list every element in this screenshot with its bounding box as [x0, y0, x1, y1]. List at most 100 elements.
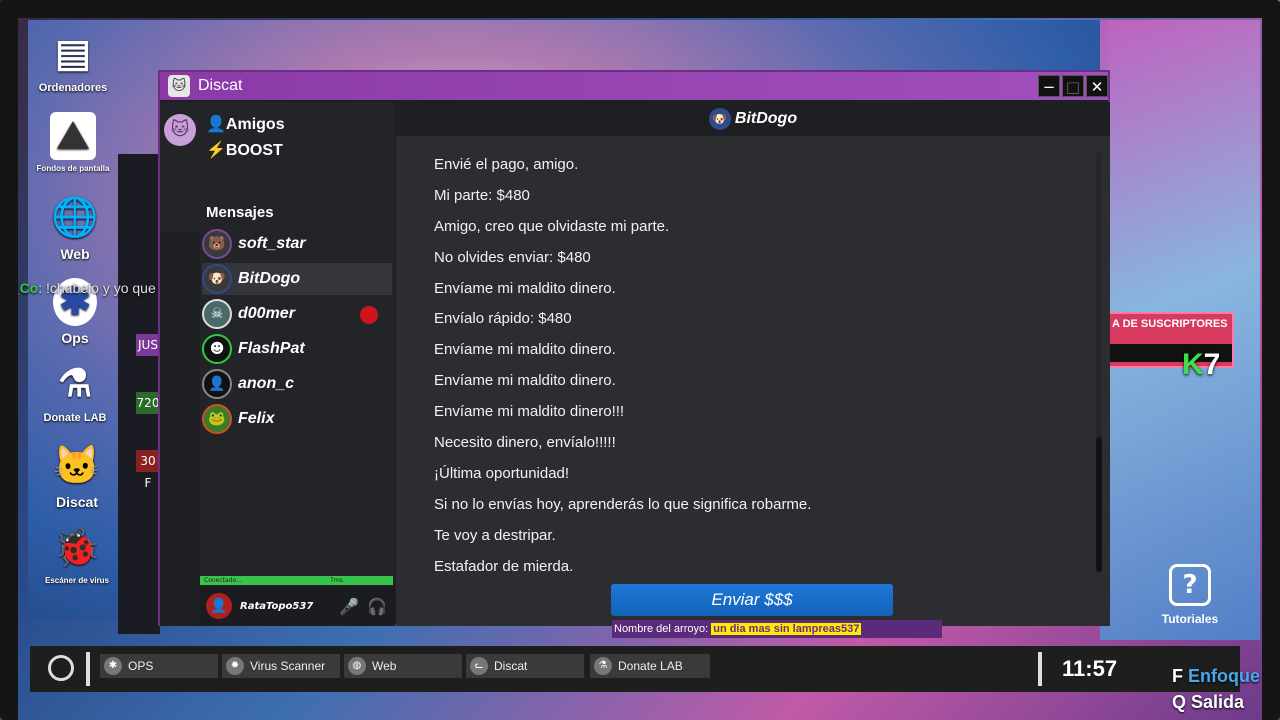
headphones-icon[interactable]: 🎧: [367, 597, 387, 616]
avatar: 🐸: [202, 404, 232, 434]
focus-label: Enfoque: [1188, 666, 1261, 686]
desktop-icon-label: Discat: [55, 494, 99, 510]
discat-window: 🐱 Discat − □ ✕ 🐱 👤Amigos ⚡BOOST Mensajes…: [158, 70, 1110, 626]
desktop-icon-label: Donate LAB: [43, 412, 107, 424]
maximize-button[interactable]: □: [1062, 75, 1084, 97]
connection-status-bar: Conectado... 7ms: [200, 576, 393, 585]
chat-scrollbar[interactable]: [1096, 152, 1102, 572]
window-titlebar[interactable]: 🐱 Discat − □ ✕: [160, 72, 1108, 100]
task-label: Virus Scanner: [250, 659, 326, 673]
chat-message: Estafador de mierda.: [434, 557, 574, 575]
bug-icon: ✹: [226, 657, 244, 675]
task-ops[interactable]: ✱ OPS: [100, 654, 218, 678]
chat-header-name: BitDogo: [734, 110, 798, 127]
contact-name: anon_c: [238, 375, 295, 392]
nav-friends-label: Amigos: [225, 116, 285, 133]
avatar[interactable]: 👤: [206, 593, 232, 619]
exit-label: Salida: [1191, 692, 1245, 712]
bg-panel-item: 720: [136, 392, 160, 414]
cat-icon: 🐱: [53, 445, 101, 487]
flask-icon: ⚗: [57, 363, 93, 405]
desktop-icon-discat[interactable]: 🐱 Discat: [32, 442, 122, 510]
window-title: Discat: [198, 77, 243, 94]
task-donate-lab[interactable]: ⚗ Donate LAB: [590, 654, 710, 678]
minimize-button[interactable]: −: [1038, 75, 1060, 97]
task-discat[interactable]: ᓚ Discat: [466, 654, 584, 678]
close-button[interactable]: ✕: [1086, 75, 1108, 97]
desktop-icon-label: Ordenadores: [38, 82, 108, 94]
desktop-icon-label: Escáner de virus: [44, 576, 110, 585]
kick-logo-icon: K: [1182, 348, 1204, 381]
avatar: 🐻: [202, 229, 232, 259]
exit-key: Q: [1172, 692, 1187, 712]
focus-key: F: [1172, 666, 1183, 686]
contact-name: Felix: [238, 410, 275, 427]
desktop-icon-ordenadores[interactable]: ▤ Ordenadores: [28, 30, 118, 94]
bg-panel-item: JUS: [136, 334, 160, 356]
donor-name: un dia mas sin lampreas537: [711, 623, 862, 635]
avatar: 🐶: [708, 108, 731, 130]
help-icon: ?: [1169, 564, 1211, 606]
taskbar-divider: [86, 652, 90, 686]
contact-item[interactable]: 👤 anon_c: [202, 368, 392, 400]
ops-logo-icon: ✱: [104, 657, 122, 675]
avatar: 👤: [202, 369, 232, 399]
task-web[interactable]: ◍ Web: [344, 654, 462, 678]
nav-boost-label: BOOST: [225, 142, 283, 159]
contact-item[interactable]: 🐻 soft_star: [202, 228, 392, 260]
desktop-icon-web[interactable]: 🌐 Web: [30, 194, 120, 262]
nav-friends[interactable]: 👤Amigos: [206, 114, 285, 134]
task-label: Web: [372, 659, 397, 673]
send-money-button[interactable]: Enviar $$$: [611, 584, 893, 616]
desktop-icon-label: Web: [60, 246, 90, 262]
desktop-screen: ▤ Ordenadores ⛰ Fondos de pantalla 🌐 Web…: [0, 0, 1280, 720]
chat-message: Envíalo rápido: $480: [434, 310, 572, 328]
chat-message: Mi parte: $480: [434, 186, 530, 204]
wallpaper-icon: ⛰: [50, 112, 96, 160]
flask-icon: ⚗: [594, 657, 612, 675]
chat-message: ¡Última oportunidad!: [434, 464, 570, 482]
task-virus-scanner[interactable]: ✹ Virus Scanner: [222, 654, 340, 678]
contact-item[interactable]: 🐸 Felix: [202, 403, 392, 435]
discat-sidebar: 🐱 👤Amigos ⚡BOOST Mensajes 🐻 soft_star 🐶 …: [160, 102, 395, 626]
desktop-icon-label: Ops: [61, 330, 89, 346]
desktop-icon-fondos[interactable]: ⛰ Fondos de pantalla: [28, 112, 118, 173]
chat-message: Necesito dinero, envíalo!!!!!: [434, 434, 616, 452]
taskbar-divider: [1038, 652, 1042, 686]
contact-item[interactable]: ☻ FlashPat: [202, 333, 392, 365]
scrollbar-thumb[interactable]: [1096, 437, 1102, 572]
exit-hint: Q Salida: [1172, 692, 1244, 713]
sidebar-server-rail: [160, 232, 200, 626]
tutorials-button[interactable]: ? Tutoriales: [1150, 564, 1230, 626]
avatar: 🐶: [202, 264, 232, 294]
bug-icon: 🐞: [53, 527, 101, 569]
username: RataTopo537: [240, 600, 314, 612]
chat-message: Envíame mi maldito dinero.: [434, 279, 616, 297]
desktop-icon-donate-lab[interactable]: ⚗ Donate LAB: [30, 360, 120, 424]
nav-boost[interactable]: ⚡BOOST: [206, 140, 283, 160]
contact-name: d00mer: [238, 305, 295, 322]
start-button[interactable]: [48, 655, 74, 681]
taskbar: ✱ OPS ✹ Virus Scanner ◍ Web ᓚ Discat ⚗ Donate…: [30, 646, 1240, 692]
desktop-icon-escaner[interactable]: 🐞 Escáner de virus: [32, 524, 122, 585]
microphone-icon[interactable]: 🎤: [339, 597, 359, 616]
chat-message: No olvides enviar: $480: [434, 248, 591, 266]
task-label: Donate LAB: [618, 659, 683, 673]
chat-message: Amigo, creo que olvidaste mi parte.: [434, 217, 670, 235]
unread-badge: [360, 306, 378, 324]
lightning-icon: ⚡: [206, 142, 226, 159]
donor-ticker-overlay: Nombre del arroyo: un dia mas sin lampre…: [612, 620, 942, 638]
avatar: ☠: [202, 299, 232, 329]
user-panel: 👤 RataTopo537 🎤 🎧: [200, 586, 395, 626]
contact-item[interactable]: 🐶 BitDogo: [202, 263, 392, 295]
donor-prefix: Nombre del arroyo:: [614, 623, 709, 635]
globe-icon: 🌐: [51, 197, 99, 239]
friends-icon: 👤: [206, 116, 226, 133]
subscriber-count: K7: [1182, 348, 1220, 382]
cat-icon: 🐱: [168, 75, 190, 97]
contact-name: FlashPat: [238, 340, 305, 357]
chat-header: 🐶 BitDogo: [396, 102, 1110, 136]
focus-hint: F Enfoque: [1172, 666, 1260, 687]
desktop-icon-label: Fondos de pantalla: [36, 164, 110, 173]
avatar[interactable]: 🐱: [164, 114, 196, 146]
